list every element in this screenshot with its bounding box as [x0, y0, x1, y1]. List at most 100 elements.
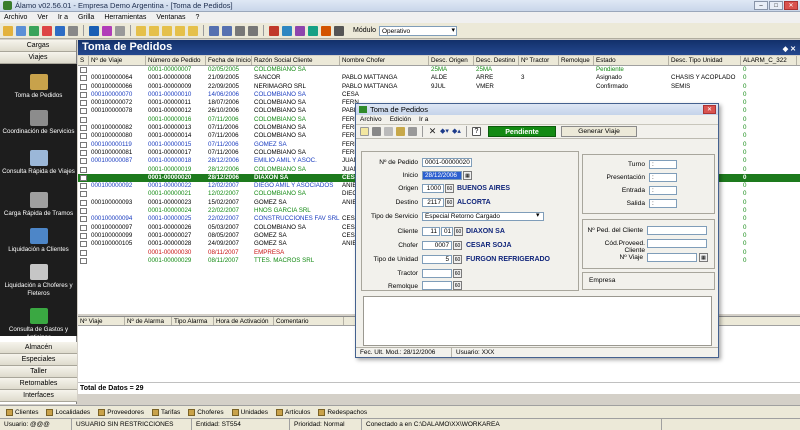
- menu-ir-a[interactable]: Ir a: [58, 14, 68, 21]
- delete-icon[interactable]: ✕: [428, 127, 437, 136]
- shortcut-proveedores[interactable]: Proveedores: [98, 408, 144, 416]
- row-checkbox[interactable]: [80, 100, 87, 107]
- tractor-input[interactable]: [422, 269, 452, 278]
- row-checkbox[interactable]: [80, 241, 87, 248]
- pending-status-button[interactable]: Pendiente: [488, 126, 556, 137]
- dialog-close-button[interactable]: ✕: [703, 105, 716, 114]
- lookup-icon[interactable]: 60: [453, 241, 462, 250]
- filter-remove-icon[interactable]: [162, 25, 172, 36]
- filter-icon[interactable]: [136, 25, 146, 36]
- sidebar-cat-interfaces[interactable]: Interfaces: [0, 390, 77, 402]
- row-checkbox[interactable]: [80, 216, 87, 223]
- edit-icon[interactable]: [55, 25, 65, 36]
- maximize-button[interactable]: □: [769, 1, 783, 10]
- help-icon[interactable]: ?: [472, 127, 481, 136]
- row-checkbox[interactable]: [80, 158, 87, 165]
- chofer-code-input[interactable]: 0007: [422, 241, 452, 250]
- col-header[interactable]: Remolque: [559, 56, 594, 65]
- servicio-select[interactable]: Especial Retorno Cargado: [422, 212, 544, 221]
- destino-code-input[interactable]: 2117: [422, 198, 444, 207]
- lookup-icon[interactable]: 60: [453, 281, 462, 290]
- menu-ventanas[interactable]: Ventanas: [156, 14, 185, 21]
- row-checkbox[interactable]: [80, 208, 87, 215]
- sidebar-cat-viajes[interactable]: Viajes: [0, 52, 76, 64]
- print-icon[interactable]: [384, 127, 393, 136]
- comments-textarea[interactable]: [363, 296, 712, 346]
- menu-help[interactable]: ?: [196, 14, 200, 21]
- table-row[interactable]: 0001-00000007 02/05/2005 COLOMBIANO SA 25MA…: [78, 66, 800, 74]
- new-icon[interactable]: [29, 25, 39, 36]
- filter-add-icon[interactable]: [149, 25, 159, 36]
- table-row[interactable]: 000100000066 0001-00000009 22/09/2005 NERIM…: [78, 83, 800, 91]
- copy-icon[interactable]: [396, 127, 405, 136]
- col-header[interactable]: Nº Tractor: [519, 56, 559, 65]
- row-checkbox[interactable]: [80, 224, 87, 231]
- remolque-input[interactable]: [422, 281, 452, 290]
- presentacion-input[interactable]: :: [649, 173, 677, 182]
- undo-icon[interactable]: [408, 127, 417, 136]
- chevron-down-icon[interactable]: ▾: [536, 211, 540, 219]
- cod-proveed-input[interactable]: [647, 239, 707, 248]
- sidebar-item-coordinacion[interactable]: Coordinación de Servicios: [0, 110, 77, 136]
- sidebar-cat-almacen[interactable]: Almacén: [0, 342, 77, 354]
- col-header[interactable]: Fecha de Inicio: [206, 56, 252, 65]
- shortcut-choferes[interactable]: Choferes: [188, 408, 224, 416]
- inicio-date-input[interactable]: 28/12/2006: [422, 171, 462, 180]
- sidebar-cat-taller[interactable]: Taller: [0, 366, 77, 378]
- help-icon[interactable]: [321, 25, 331, 36]
- row-checkbox[interactable]: [80, 75, 87, 82]
- row-checkbox[interactable]: [80, 166, 87, 173]
- calendar-icon[interactable]: ▦: [463, 171, 472, 180]
- row-checkbox[interactable]: [80, 249, 87, 256]
- row-checkbox[interactable]: [80, 67, 87, 73]
- sidebar-cat-retornables[interactable]: Retornables: [0, 378, 77, 390]
- shortcut-articulos[interactable]: Artículos: [276, 408, 310, 416]
- col-header[interactable]: Número de Pedido: [146, 56, 206, 65]
- search-icon[interactable]: [3, 25, 13, 36]
- filter-clear-icon[interactable]: [175, 25, 185, 36]
- salida-input[interactable]: :: [649, 199, 677, 208]
- menu-ver[interactable]: Ver: [37, 14, 48, 21]
- unidad-code-input[interactable]: 5: [422, 255, 452, 264]
- sort-asc-icon[interactable]: [209, 25, 219, 36]
- col-header[interactable]: Nº de Viaje: [89, 56, 146, 65]
- refresh-icon[interactable]: [16, 25, 26, 36]
- entrada-input[interactable]: :: [649, 186, 677, 195]
- col-header[interactable]: Nombre Chofer: [340, 56, 429, 65]
- layout-icon[interactable]: [248, 25, 258, 36]
- row-checkbox[interactable]: [80, 116, 87, 123]
- sidebar-item-consulta-viajes[interactable]: Consulta Rápida de Viajes: [0, 150, 77, 176]
- sidebar-item-liq-choferes[interactable]: Liquidación a Choferes y Fleteros: [0, 264, 77, 298]
- dialog-menu-edicion[interactable]: Edición: [390, 115, 411, 124]
- print-icon[interactable]: [68, 25, 78, 36]
- col-header[interactable]: Desc. Tipo Unidad: [669, 56, 741, 65]
- sort-desc-icon[interactable]: [222, 25, 232, 36]
- lookup-icon[interactable]: 60: [454, 227, 463, 236]
- row-checkbox[interactable]: [80, 108, 87, 115]
- chart-icon[interactable]: [102, 25, 112, 36]
- lookup-icon[interactable]: 60: [445, 198, 454, 207]
- info-icon[interactable]: [282, 25, 292, 36]
- nro-viaje-input[interactable]: [647, 253, 697, 262]
- cliente-code-input[interactable]: 11: [422, 227, 440, 236]
- row-checkbox[interactable]: [80, 141, 87, 148]
- row-checkbox[interactable]: [80, 199, 87, 206]
- alarm-icon[interactable]: [269, 25, 279, 36]
- modulo-select[interactable]: Operativo: [378, 25, 457, 36]
- first-icon[interactable]: ◆▾: [440, 127, 449, 136]
- calendar-icon[interactable]: [308, 25, 318, 36]
- menu-herramientas[interactable]: Herramientas: [104, 14, 146, 21]
- col-header[interactable]: ALARM_C_322: [741, 56, 797, 65]
- col-header[interactable]: Desc. Origen: [429, 56, 474, 65]
- delete-icon[interactable]: [42, 25, 52, 36]
- menu-archivo[interactable]: Archivo: [4, 14, 27, 21]
- row-checkbox[interactable]: [80, 183, 87, 190]
- row-checkbox[interactable]: [80, 257, 87, 264]
- shortcut-localidades[interactable]: Localidades: [46, 408, 90, 416]
- shortcut-clientes[interactable]: Clientes: [6, 408, 38, 416]
- row-checkbox[interactable]: [80, 91, 87, 98]
- col-header[interactable]: Razón Social Cliente: [252, 56, 340, 65]
- lookup-icon[interactable]: 60: [453, 269, 462, 278]
- col-header[interactable]: Estado: [594, 56, 669, 65]
- row-checkbox[interactable]: [80, 174, 87, 181]
